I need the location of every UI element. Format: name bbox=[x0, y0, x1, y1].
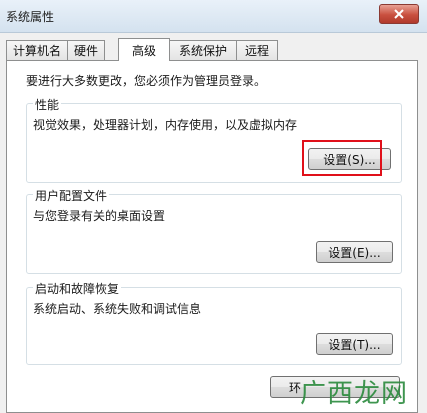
highlight-box bbox=[302, 140, 382, 176]
tab-computer-name[interactable]: 计算机名 bbox=[6, 40, 68, 60]
tab-hardware[interactable]: 硬件 bbox=[67, 40, 105, 60]
user-profiles-description: 与您登录有关的桌面设置 bbox=[33, 209, 166, 223]
close-icon bbox=[394, 9, 404, 19]
user-profiles-settings-button[interactable]: 设置(E)... bbox=[316, 241, 393, 263]
tab-remote[interactable]: 远程 bbox=[236, 40, 278, 60]
startup-recovery-description: 系统启动、系统失败和调试信息 bbox=[33, 302, 202, 316]
tab-system-protection[interactable]: 系统保护 bbox=[169, 40, 237, 60]
system-properties-window: 系统属性 计算机名 硬件 高级 系统保护 远程 要进行大多数更改，您必须作为管理… bbox=[0, 0, 427, 413]
admin-notice: 要进行大多数更改，您必须作为管理员登录。 bbox=[26, 74, 267, 88]
startup-recovery-group-title: 启动和故障恢复 bbox=[33, 280, 122, 297]
tab-advanced[interactable]: 高级 bbox=[118, 38, 170, 61]
user-profiles-group-title: 用户配置文件 bbox=[33, 187, 110, 204]
close-button[interactable] bbox=[379, 4, 419, 24]
watermark-text: 广西龙网 bbox=[300, 378, 409, 409]
window-title: 系统属性 bbox=[6, 10, 55, 24]
watermark-logo: 广西龙网 bbox=[300, 369, 427, 413]
performance-group-title: 性能 bbox=[33, 96, 62, 113]
startup-recovery-settings-button[interactable]: 设置(T)... bbox=[316, 333, 393, 355]
title-bar: 系统属性 bbox=[0, 0, 427, 33]
performance-description: 视觉效果，处理器计划，内存使用，以及虚拟内存 bbox=[33, 118, 298, 132]
